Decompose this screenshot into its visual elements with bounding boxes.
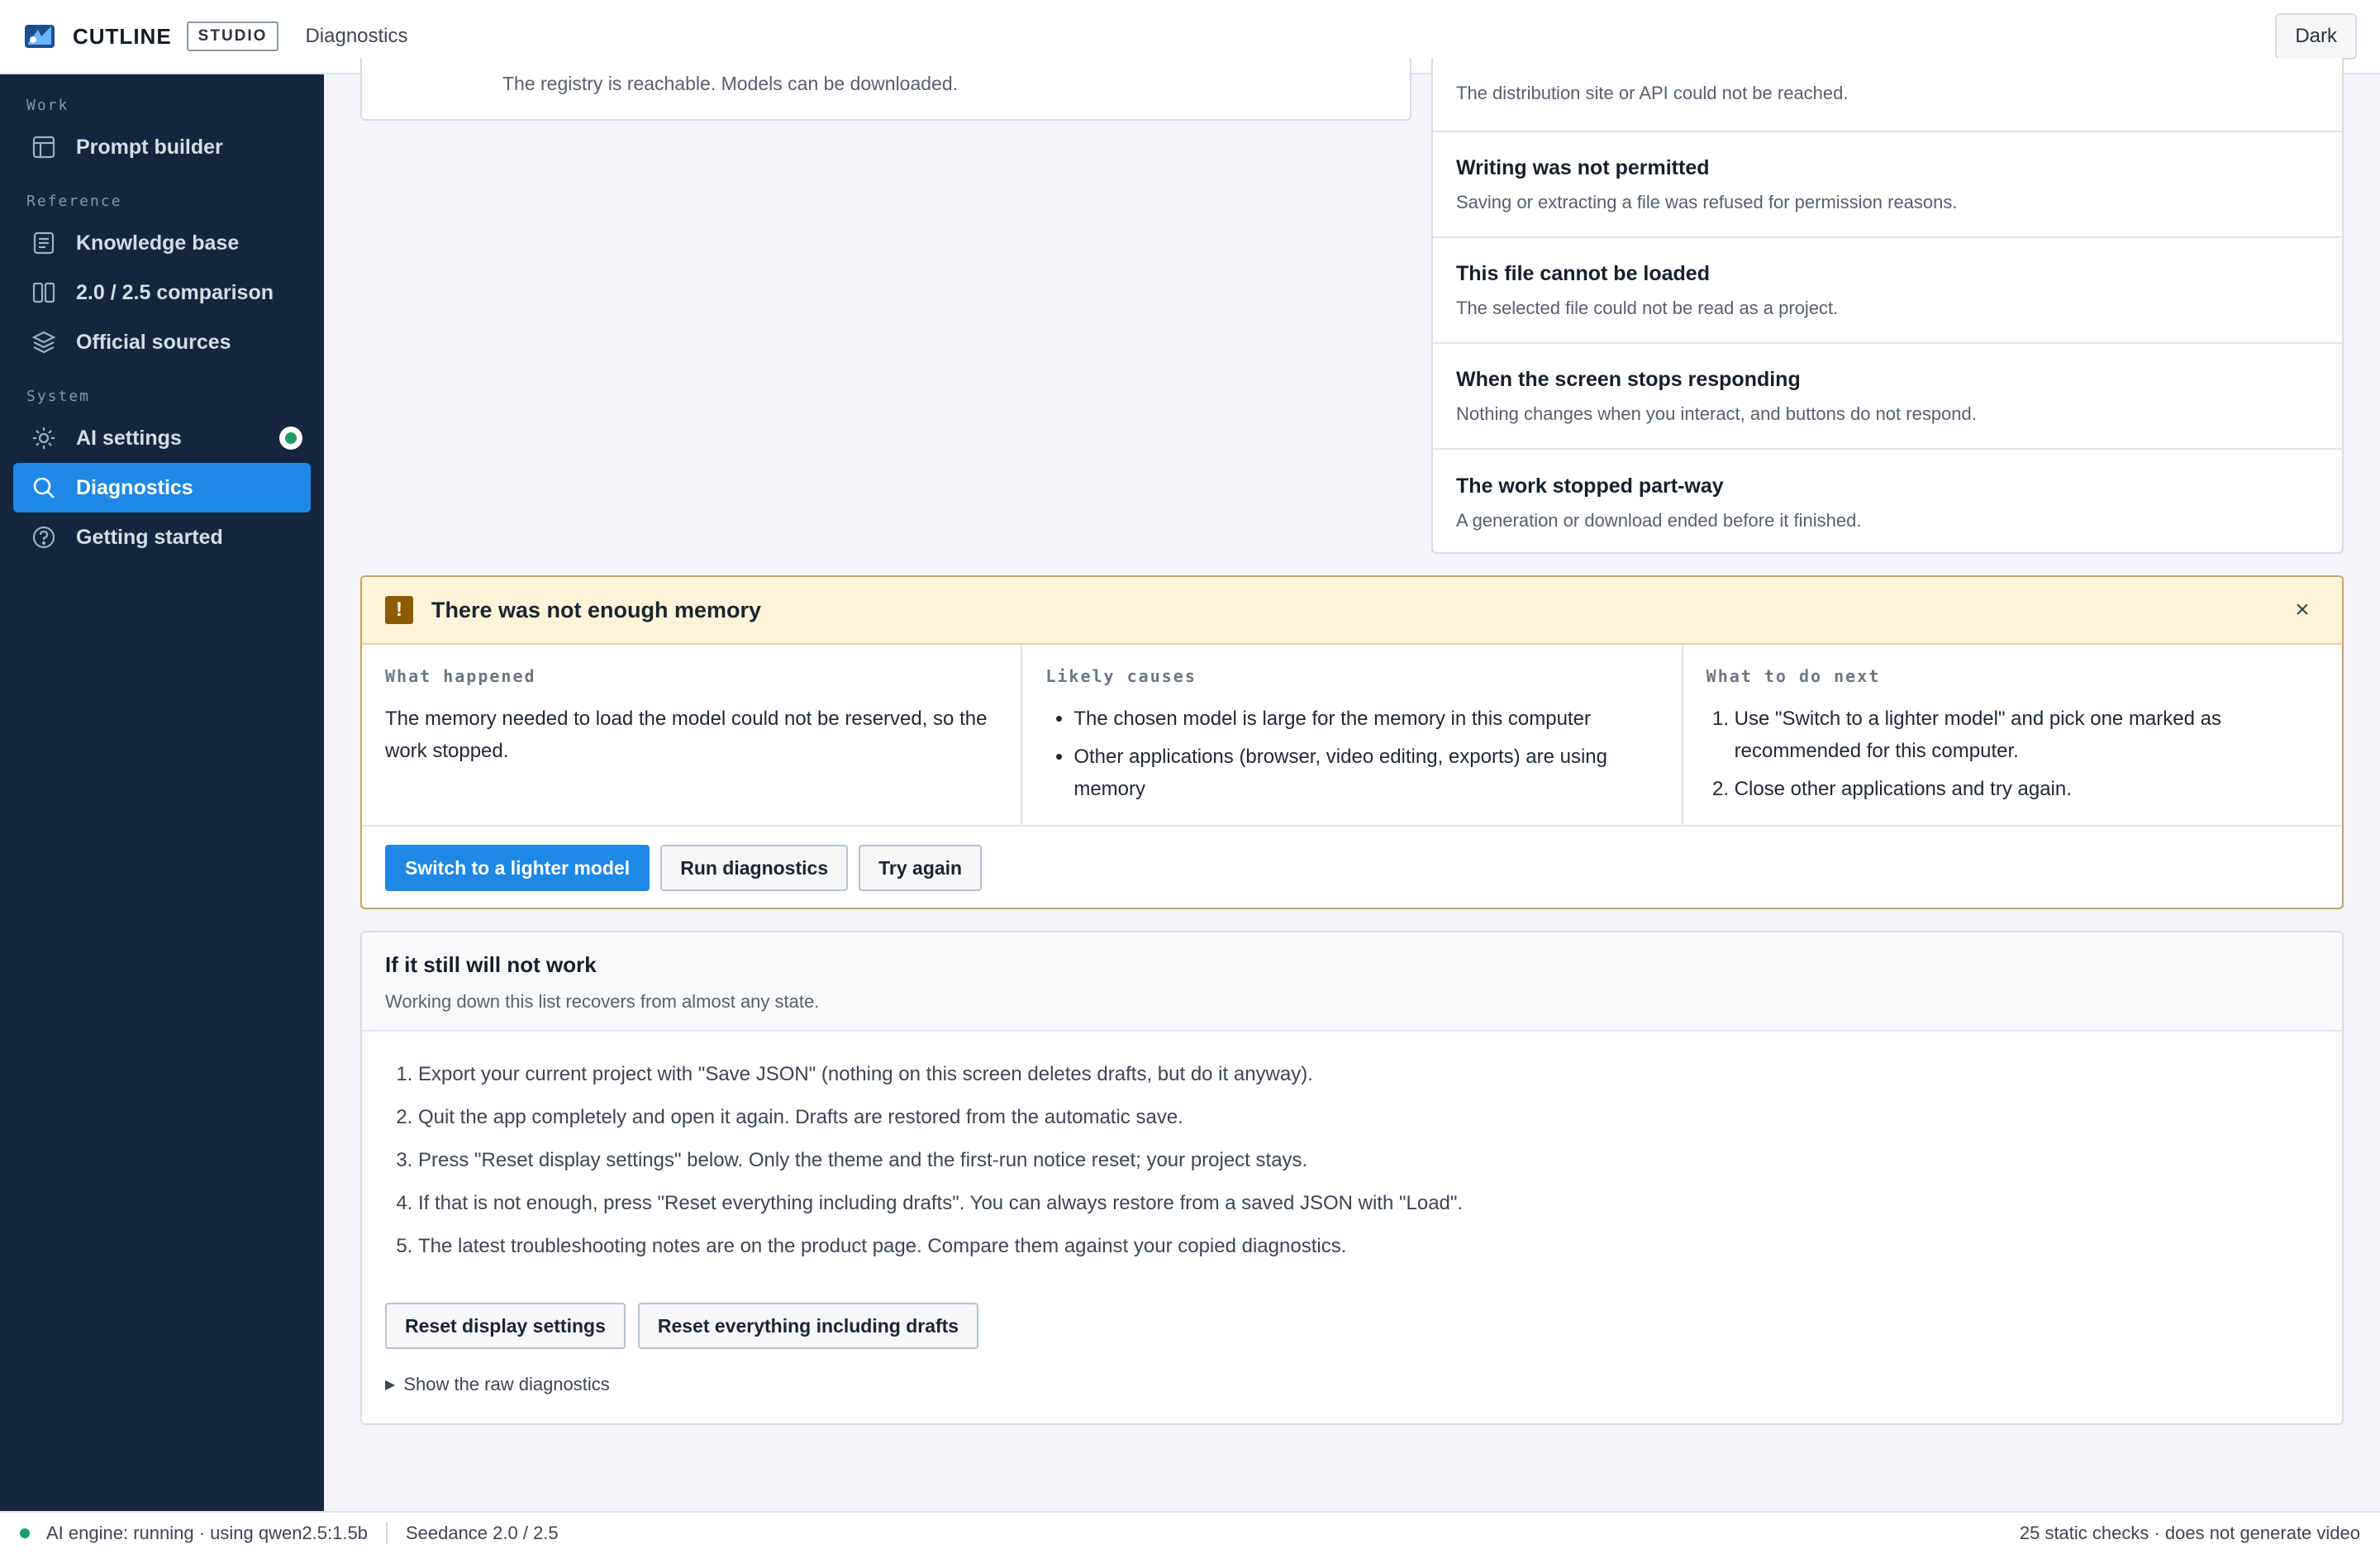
sidebar-item-official-sources[interactable]: Official sources — [13, 317, 311, 367]
sidebar-item-label: Getting started — [76, 525, 223, 549]
model-version: Seedance 2.0 / 2.5 — [405, 1523, 559, 1543]
issue-title: When the screen stops responding — [1456, 367, 1801, 391]
sidebar-item-knowledge-base[interactable]: Knowledge base — [13, 218, 311, 268]
next-steps-list: Use "Switch to a lighter model" and pick… — [1706, 703, 2319, 805]
list-item: Export your current project with "Save J… — [418, 1053, 2342, 1096]
engine-status-dot — [20, 1528, 30, 1538]
recovery-actions: Reset display settings Reset everything … — [362, 1268, 2342, 1349]
sidebar-item-prompt-builder[interactable]: Prompt builder — [13, 122, 311, 172]
issue-desc: The distribution site or API could not b… — [1456, 83, 1849, 103]
alert-actions: Switch to a lighter model Run diagnostic… — [362, 827, 2342, 908]
nav-section-work: Work — [26, 97, 69, 114]
reset-display-settings-button[interactable]: Reset display settings — [385, 1303, 626, 1349]
issue-desc: Saving or extracting a file was refused … — [1456, 191, 1958, 212]
list-item: The latest troubleshooting notes are on … — [418, 1225, 2342, 1268]
issue-title: The work stopped part-way — [1456, 474, 1724, 498]
sidebar-item-label: Official sources — [76, 330, 231, 354]
engine-status: AI engine: running · using qwen2.5:1.5b — [46, 1523, 368, 1543]
brand-name: CUTLINE — [73, 23, 172, 49]
close-icon[interactable]: × — [2286, 596, 2319, 624]
sidebar-item-comparison[interactable]: 2.0 / 2.5 comparison — [13, 268, 311, 317]
reset-everything-button[interactable]: Reset everything including drafts — [637, 1303, 979, 1349]
list-item: Use "Switch to a lighter model" and pick… — [1735, 703, 2319, 767]
columns-icon — [30, 279, 58, 307]
raw-diagnostics-toggle[interactable]: ▶ Show the raw diagnostics — [362, 1349, 2342, 1395]
sidebar-item-label: Knowledge base — [76, 231, 240, 255]
issue-desc: The selected file could not be read as a… — [1456, 297, 1839, 318]
alert-title: There was not enough memory — [431, 597, 762, 622]
sidebar-item-diagnostics[interactable]: Diagnostics — [13, 463, 311, 512]
issue-item-unreachable[interactable]: The distribution site or API could not b… — [1433, 58, 2342, 132]
alert-details: What happened The memory needed to load … — [362, 645, 2342, 827]
divider — [385, 1523, 388, 1544]
warning-icon: ! — [385, 596, 413, 624]
cutline-logo-icon — [25, 25, 55, 48]
raw-diagnostics-label: Show the raw diagnostics — [403, 1374, 610, 1394]
issue-list: The distribution site or API could not b… — [1431, 58, 2344, 554]
theme-toggle-button[interactable]: Dark — [2275, 13, 2357, 60]
issue-item-stopped[interactable]: The work stopped part-way A generation o… — [1433, 450, 2342, 552]
recovery-subtitle: Working down this list recovers from alm… — [385, 991, 820, 1012]
registry-status-text: The registry is reachable. Models can be… — [502, 73, 959, 94]
status-bar: AI engine: running · using qwen2.5:1.5b … — [0, 1511, 2380, 1554]
sidebar: Work Prompt builder Reference Knowledge … — [0, 74, 324, 1511]
list-item: Press "Reset display settings" below. On… — [418, 1139, 2342, 1182]
next-steps-column: What to do next Use "Switch to a lighter… — [1683, 645, 2342, 825]
nav-section-system: System — [26, 388, 91, 405]
sidebar-item-label: AI settings — [76, 426, 182, 450]
help-icon — [30, 523, 58, 551]
causes-list: The chosen model is large for the memory… — [1045, 703, 1658, 805]
issue-desc: A generation or download ended before it… — [1456, 509, 1862, 531]
disclosure-triangle-icon: ▶ — [385, 1378, 396, 1392]
list-item: Close other applications and try again. — [1735, 773, 2319, 805]
sidebar-item-label: Diagnostics — [76, 475, 193, 499]
ai-status-indicator — [279, 427, 302, 450]
column-label: Likely causes — [1045, 666, 1197, 686]
list-item: If that is not enough, press "Reset ever… — [418, 1182, 2342, 1225]
try-again-button[interactable]: Try again — [859, 845, 983, 891]
list-item: Quit the app completely and open it agai… — [418, 1096, 2342, 1139]
issue-title: Writing was not permitted — [1456, 155, 1710, 179]
sidebar-item-label: Prompt builder — [76, 135, 223, 159]
search-icon — [30, 474, 58, 502]
studio-badge: STUDIO — [186, 21, 279, 51]
likely-causes-column: Likely causes The chosen model is large … — [1022, 645, 1683, 825]
switch-lighter-model-button[interactable]: Switch to a lighter model — [385, 845, 650, 891]
sidebar-item-label: 2.0 / 2.5 comparison — [76, 280, 274, 304]
registry-status-card: The registry is reachable. Models can be… — [360, 58, 1411, 121]
page-title: Diagnostics — [305, 25, 408, 47]
layout-icon — [30, 133, 58, 161]
list-item: Other applications (browser, video editi… — [1073, 741, 1658, 805]
recovery-title: If it still will not work — [385, 952, 597, 977]
sidebar-item-getting-started[interactable]: Getting started — [13, 512, 311, 562]
status-dot — [285, 432, 297, 444]
what-happened-text: The memory needed to load the model coul… — [385, 708, 988, 762]
document-icon — [30, 229, 58, 257]
sidebar-item-ai-settings[interactable]: AI settings — [13, 413, 311, 463]
run-diagnostics-button[interactable]: Run diagnostics — [660, 845, 849, 891]
checks-summary: 25 static checks · does not generate vid… — [2019, 1523, 2360, 1543]
issue-item-permission[interactable]: Writing was not permitted Saving or extr… — [1433, 132, 2342, 238]
what-happened-column: What happened The memory needed to load … — [362, 645, 1023, 825]
issue-item-file-load[interactable]: This file cannot be loaded The selected … — [1433, 238, 2342, 344]
layers-icon — [30, 328, 58, 356]
issue-desc: Nothing changes when you interact, and b… — [1456, 403, 1977, 424]
column-label: What happened — [385, 666, 536, 686]
column-label: What to do next — [1706, 666, 1881, 686]
issue-title: This file cannot be loaded — [1456, 261, 1710, 285]
sun-icon — [30, 424, 58, 452]
alert-header: ! There was not enough memory × — [362, 577, 2342, 645]
nav-section-reference: Reference — [26, 193, 122, 210]
memory-error-alert: ! There was not enough memory × What hap… — [360, 575, 2344, 909]
list-item: The chosen model is large for the memory… — [1073, 703, 1658, 735]
recovery-steps: Export your current project with "Save J… — [362, 1032, 2342, 1268]
issue-item-unresponsive[interactable]: When the screen stops responding Nothing… — [1433, 344, 2342, 450]
recovery-header: If it still will not work Working down t… — [362, 932, 2342, 1032]
recovery-card: If it still will not work Working down t… — [360, 931, 2344, 1425]
